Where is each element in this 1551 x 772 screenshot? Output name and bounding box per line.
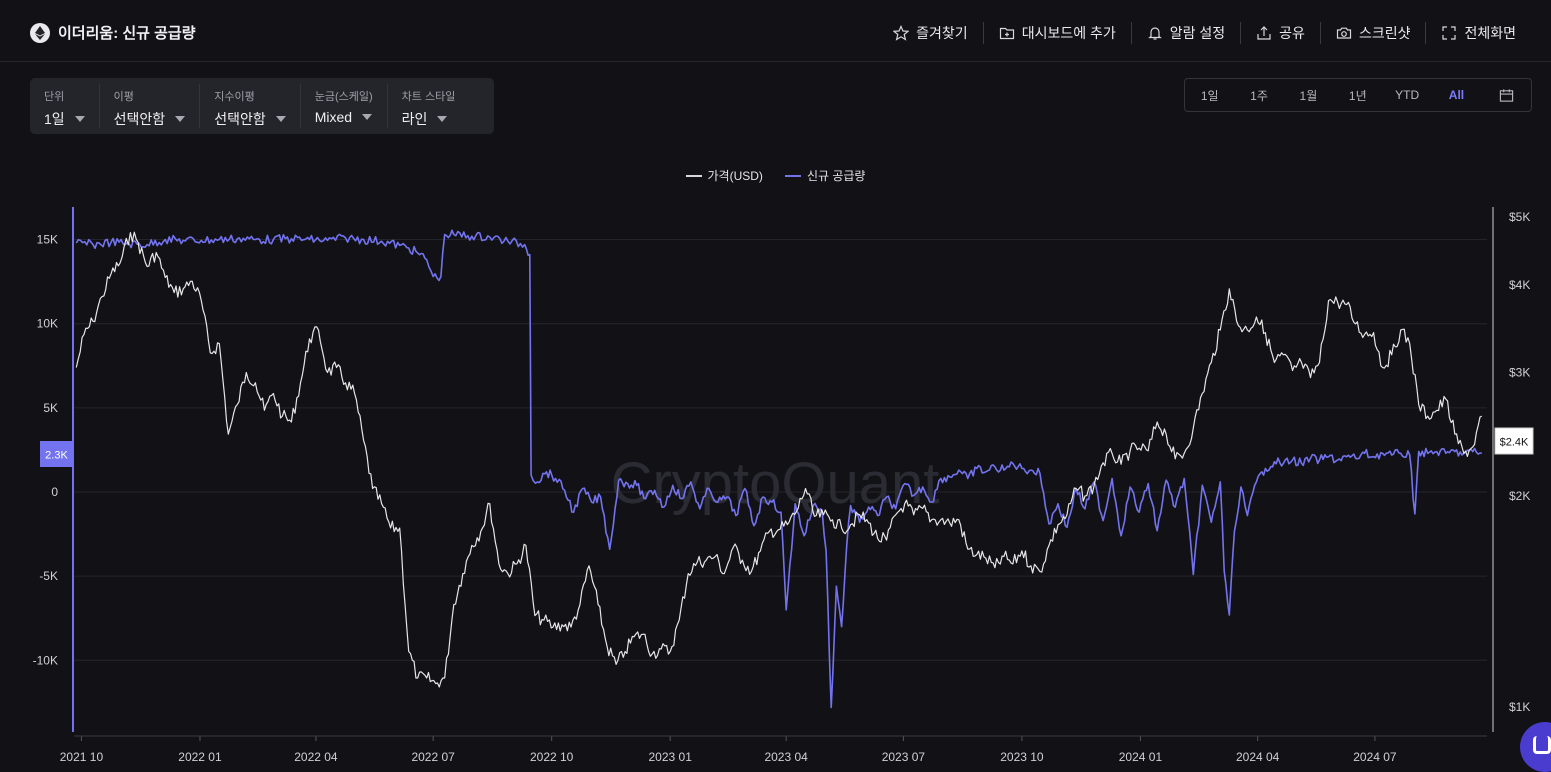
range-1w-button[interactable]: 1주 [1234, 87, 1283, 104]
chart-controls: 단위 1일 이평 선택안함 지수이평 선택안함 눈금(스케일) Mixed 차트… [30, 78, 494, 134]
date-range-button[interactable] [1481, 88, 1531, 103]
chat-icon [1533, 736, 1551, 754]
alarm-settings-button[interactable]: 알람 설정 [1132, 20, 1240, 46]
camera-icon [1336, 27, 1352, 39]
left-axis-tick-label: 5K [43, 401, 58, 415]
chart-legend: 가격(USD) 신규 공급량 [0, 167, 1551, 184]
right-axis: $5K $4K $3K $2K $1K [1509, 210, 1530, 714]
legend-swatch-supply [784, 174, 801, 177]
x-axis: 2021 10 2022 01 2022 04 2022 07 2022 10 2023 … [60, 735, 1487, 764]
right-axis-tick-label: $3K [1509, 366, 1530, 380]
chart-area[interactable]: CryptoQuant 15K10K5K0-5K-10K $5K$4K$3K$2… [0, 195, 1551, 772]
share-button[interactable]: 공유 [1241, 20, 1320, 46]
caret-down-icon [275, 116, 286, 122]
share-icon [1257, 26, 1271, 40]
exp-moving-average-label: 지수이평 [214, 91, 255, 103]
left-current-value-badge: 2.3K [40, 441, 73, 467]
left-axis-tick-label: 10K [37, 317, 58, 331]
fullscreen-button[interactable]: 전체화면 [1426, 20, 1531, 46]
top-bar: 이더리움: 신규 공급량 즐겨찾기 대시보드에 추가 알람 설정 공유 스크린샷 [0, 0, 1551, 62]
x-axis-tick-label: 2022 10 [530, 750, 574, 764]
share-label: 공유 [1279, 25, 1305, 41]
x-axis-tick-label: 2024 01 [1119, 750, 1163, 764]
scale-value: Mixed [314, 109, 353, 125]
left-axis-tick-label: -5K [39, 569, 58, 583]
add-to-dashboard-button[interactable]: 대시보드에 추가 [984, 20, 1131, 46]
alarm-settings-label: 알람 설정 [1169, 25, 1226, 41]
left-axis-tick-label: 15K [37, 233, 58, 247]
range-1m-button[interactable]: 1월 [1284, 87, 1333, 104]
caret-down-icon [74, 116, 85, 122]
unit-label: 단위 [44, 91, 65, 103]
caret-down-icon [175, 116, 186, 122]
range-1y-button[interactable]: 1년 [1333, 87, 1382, 104]
chart-style-label: 차트 스타일 [401, 91, 456, 103]
scale-label: 눈금(스케일) [314, 91, 373, 103]
range-1d-button[interactable]: 1일 [1185, 87, 1234, 104]
legend-item-price[interactable]: 가격(USD) [685, 167, 763, 184]
right-axis-tick-label: $2K [1509, 489, 1530, 503]
right-axis-tick-label: $1K [1509, 700, 1530, 714]
calendar-icon [1499, 88, 1513, 102]
unit-select[interactable]: 단위 1일 [30, 84, 100, 128]
x-axis-tick-label: 2024 04 [1236, 750, 1280, 764]
x-axis-tick-label: 2022 07 [411, 750, 455, 764]
x-axis-tick-label: 2022 04 [294, 750, 338, 764]
screenshot-button[interactable]: 스크린샷 [1321, 20, 1426, 46]
add-to-dashboard-label: 대시보드에 추가 [1021, 25, 1116, 41]
x-axis-tick-label: 2023 10 [1000, 750, 1044, 764]
legend-label-supply: 신규 공급량 [806, 169, 866, 183]
right-current-value: $2.4K [1500, 437, 1529, 449]
chart-style-select[interactable]: 차트 스타일 라인 [388, 84, 470, 128]
exp-moving-average-select[interactable]: 지수이평 선택안함 [200, 84, 301, 128]
range-ytd-button[interactable]: YTD [1382, 88, 1431, 102]
caret-down-icon [437, 116, 448, 122]
range-all-button[interactable]: All [1432, 88, 1481, 102]
x-axis-tick-label: 2021 10 [60, 750, 104, 764]
legend-item-supply[interactable]: 신규 공급량 [784, 167, 866, 184]
x-axis-tick-label: 2024 07 [1353, 750, 1397, 764]
right-axis-tick-label: $4K [1509, 278, 1530, 292]
x-axis-tick-label: 2023 04 [764, 750, 808, 764]
right-axis-tick-label: $5K [1509, 210, 1530, 224]
range-selector: 1일 1주 1월 1년 YTD All [1184, 78, 1532, 112]
moving-average-label: 이평 [113, 91, 134, 103]
x-axis-tick-label: 2022 01 [178, 750, 222, 764]
unit-value: 1일 [44, 111, 65, 127]
favorite-button[interactable]: 즐겨찾기 [878, 20, 983, 46]
x-axis-tick-label: 2023 07 [882, 750, 926, 764]
scale-select[interactable]: 눈금(스케일) Mixed [301, 84, 388, 128]
chart-style-value: 라인 [401, 111, 428, 127]
fullscreen-icon [1442, 26, 1457, 40]
screenshot-label: 스크린샷 [1358, 25, 1411, 41]
left-current-value: 2.3K [45, 450, 68, 462]
left-axis-tick-label: 0 [51, 485, 58, 499]
caret-down-icon [362, 114, 373, 120]
bell-icon [1147, 27, 1162, 40]
ethereum-logo-icon [30, 22, 50, 43]
legend-label-price: 가격(USD) [707, 169, 763, 183]
folder-add-icon [999, 27, 1014, 40]
exp-moving-average-value: 선택안함 [214, 111, 266, 127]
grid-lines [74, 239, 1487, 661]
moving-average-select[interactable]: 이평 선택안함 [100, 84, 201, 128]
x-axis-tick-label: 2023 01 [649, 750, 693, 764]
page-title: 이더리움: 신규 공급량 [58, 25, 196, 42]
legend-swatch-price [685, 174, 702, 177]
favorite-label: 즐겨찾기 [916, 25, 968, 41]
right-current-value-badge: $2.4K [1494, 427, 1534, 455]
star-icon [893, 25, 910, 41]
title-wrap: 이더리움: 신규 공급량 [30, 22, 196, 43]
header-actions: 즐겨찾기 대시보드에 추가 알람 설정 공유 스크린샷 전체화면 [878, 20, 1531, 46]
left-axis-tick-label: -10K [33, 653, 58, 667]
fullscreen-label: 전체화면 [1464, 25, 1516, 41]
moving-average-value: 선택안함 [113, 111, 166, 127]
